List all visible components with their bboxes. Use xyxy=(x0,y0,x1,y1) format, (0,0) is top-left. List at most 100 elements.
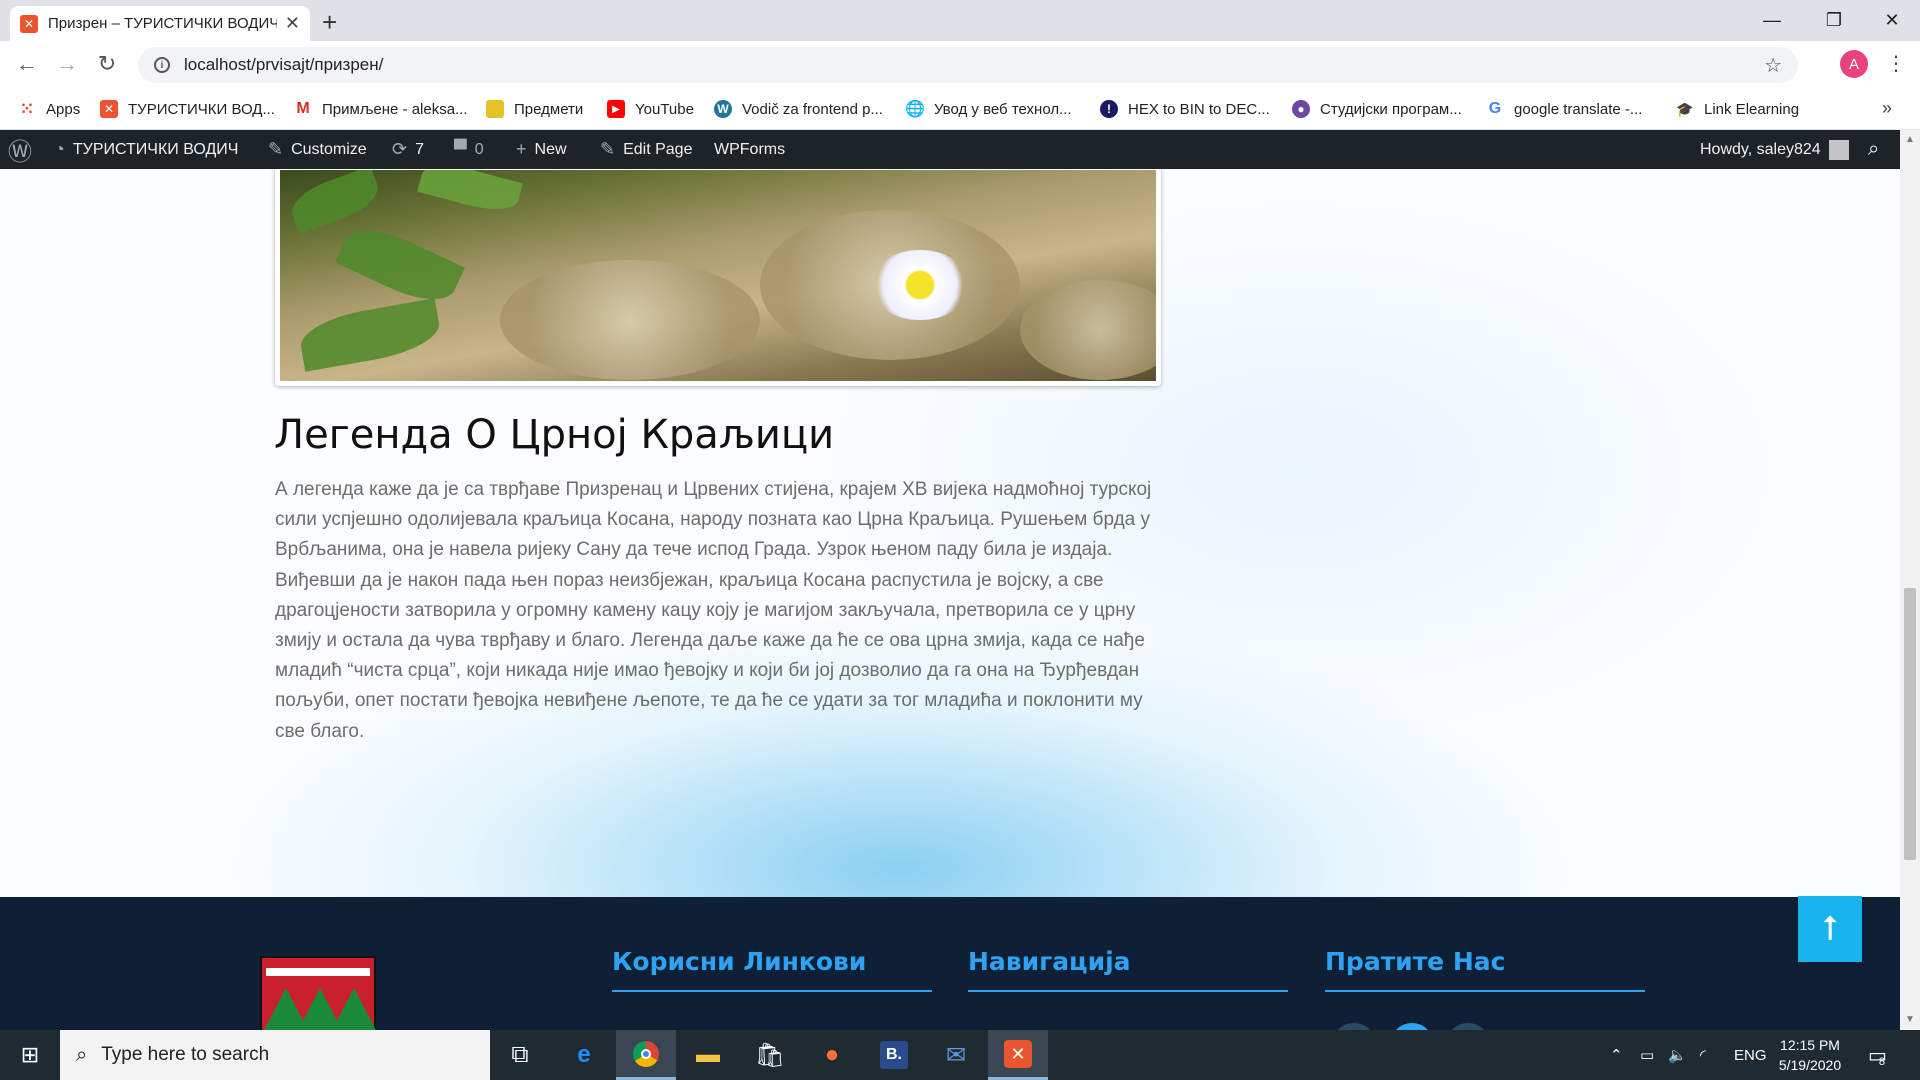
twitter-icon[interactable] xyxy=(1390,1023,1434,1030)
dashboard-icon: ◔ xyxy=(54,139,65,159)
volume-icon[interactable]: 🔈 xyxy=(1668,1030,1687,1080)
scrollbar-thumb[interactable] xyxy=(1904,588,1916,860)
bookmark-youtube[interactable]: ▶ YouTube xyxy=(607,100,694,118)
wp-updates[interactable]: ⟳ 7 xyxy=(392,130,424,169)
b-app-icon[interactable]: B. xyxy=(864,1030,924,1080)
search-icon: ⌕ xyxy=(76,1043,88,1066)
landscape-photo xyxy=(275,169,1161,386)
wp-new[interactable]: + New xyxy=(516,130,567,169)
bookmarks-overflow-icon[interactable]: » xyxy=(1882,98,1892,119)
bookmark-hex[interactable]: ! HEX to BIN to DEC... xyxy=(1100,100,1270,118)
article-heading: Легенда О Црној Краљици xyxy=(274,412,835,458)
browser-menu-icon[interactable]: ⋮ xyxy=(1886,51,1906,76)
address-row: ← → ↻ i localhost/prvisajt/призрен/ ☆ A … xyxy=(0,41,1920,90)
bookmark-elearning[interactable]: 🎓 Link Elearning xyxy=(1676,100,1799,118)
restore-button[interactable]: ❐ xyxy=(1806,0,1862,41)
comment-icon: ▀ xyxy=(454,139,467,159)
folder-icon xyxy=(486,100,504,118)
windows-start-icon[interactable]: ⊞ xyxy=(0,1030,60,1080)
hex-icon: ! xyxy=(1100,100,1118,118)
bookmark-vodic[interactable]: W Vodič za frontend p... xyxy=(714,100,883,118)
url-text[interactable]: localhost/prvisajt/призрен/ xyxy=(184,55,383,75)
wordpress-icon: W xyxy=(714,100,732,118)
site-footer: Корисни Линкови Навигација Пратите Нас xyxy=(0,897,1900,1030)
notifications-icon[interactable]: ▭ 8 xyxy=(1868,1030,1887,1080)
plus-icon: + xyxy=(516,139,527,159)
scroll-to-top-button[interactable]: ⭡ xyxy=(1798,896,1862,962)
back-arrow-icon[interactable]: ← xyxy=(12,51,42,77)
close-window-button[interactable]: ✕ xyxy=(1864,0,1920,41)
browser-tab[interactable]: ✕ Призрен – ТУРИСТИЧКИ ВОДИЧ ✕ xyxy=(10,6,310,41)
user-avatar-icon xyxy=(1828,139,1849,160)
bookmark-google-translate[interactable]: G google translate -... xyxy=(1486,100,1643,118)
taskbar-search-placeholder: Type here to search xyxy=(101,1044,270,1065)
wp-admin-bar: Ⓦ ◔ ТУРИСТИЧКИ ВОДИЧ ✎ Customize ⟳ 7 ▀ 0… xyxy=(0,130,1920,169)
scroll-up-arrow-icon[interactable]: ▲ xyxy=(1905,134,1915,145)
clock-time: 12:15 PM xyxy=(1780,1037,1840,1053)
minimize-button[interactable]: — xyxy=(1744,0,1800,41)
footer-navigation: Навигација xyxy=(968,947,1288,992)
brush-icon: ✎ xyxy=(268,139,284,159)
file-explorer-icon[interactable]: ▬ xyxy=(678,1030,738,1080)
facebook-icon[interactable] xyxy=(1332,1023,1376,1030)
omnibox[interactable]: i localhost/prvisajt/призрен/ ☆ xyxy=(138,47,1798,83)
wp-edit-page[interactable]: ✎ Edit Page xyxy=(600,130,692,169)
mail-icon[interactable]: ✉ xyxy=(926,1030,986,1080)
footer-useful-links-title: Корисни Линкови xyxy=(612,947,932,992)
chrome-icon[interactable] xyxy=(616,1030,676,1080)
wp-wpforms[interactable]: WPForms xyxy=(714,130,785,169)
bookmark-apps[interactable]: ⁙ Apps xyxy=(18,100,80,119)
tray-chevron-icon[interactable]: ⌃ xyxy=(1610,1030,1623,1080)
tab-title: Призрен – ТУРИСТИЧКИ ВОДИЧ xyxy=(48,15,277,32)
pencil-icon: ✎ xyxy=(600,139,616,159)
bookmark-star-icon[interactable]: ☆ xyxy=(1764,53,1782,78)
battery-icon[interactable]: ▭ xyxy=(1640,1030,1654,1080)
wp-comments[interactable]: ▀ 0 xyxy=(454,130,484,169)
task-view-icon[interactable]: ⧉ xyxy=(490,1030,550,1080)
footer-navigation-title: Навигација xyxy=(968,947,1288,992)
wp-howdy[interactable]: Howdy, saley824 xyxy=(1700,130,1849,169)
instagram-icon[interactable] xyxy=(1446,1023,1490,1030)
edge-icon[interactable]: e xyxy=(554,1030,614,1080)
bookmark-studijski[interactable]: ● Студијски програм... xyxy=(1292,100,1462,118)
page-scrollbar[interactable]: ▲ ▼ xyxy=(1900,130,1920,1030)
wp-site-name[interactable]: ◔ ТУРИСТИЧКИ ВОДИЧ xyxy=(54,130,238,169)
xampp-taskbar-icon[interactable]: ✕ xyxy=(988,1030,1048,1080)
browser-tab-bar: ✕ Призрен – ТУРИСТИЧКИ ВОДИЧ ✕ + — ❐ ✕ xyxy=(0,0,1920,41)
bookmarks-bar: ⁙ Apps ✕ ТУРИСТИЧКИ ВОД... M Примљене - … xyxy=(0,90,1920,130)
scroll-down-arrow-icon[interactable]: ▼ xyxy=(1905,1014,1915,1025)
coat-of-arms-logo xyxy=(260,956,378,1030)
updates-icon: ⟳ xyxy=(392,139,408,159)
page-content: Легенда О Црној Краљици А легенда каже д… xyxy=(0,169,1900,897)
article-body: А легенда каже да је са тврђаве Призрена… xyxy=(275,479,1152,742)
firefox-icon[interactable]: ● xyxy=(802,1030,862,1080)
bookmark-predmeti[interactable]: Предмети xyxy=(486,100,583,118)
forward-arrow-icon[interactable]: → xyxy=(52,51,82,77)
new-tab-button[interactable]: + xyxy=(322,7,337,38)
bookmark-turisticki[interactable]: ✕ ТУРИСТИЧКИ ВОД... xyxy=(100,100,275,118)
windows-taskbar: ⊞ ⌕ Type here to search ⧉ e ▬ 🛍 ● B. ✉ ✕… xyxy=(0,1030,1920,1080)
taskbar-clock[interactable]: 12:15 PM 5/19/2020 xyxy=(1760,1035,1860,1075)
university-icon: ● xyxy=(1292,100,1310,118)
xampp-favicon-icon: ✕ xyxy=(20,14,38,33)
wp-customize[interactable]: ✎ Customize xyxy=(268,130,367,169)
taskbar-search-box[interactable]: ⌕ Type here to search xyxy=(60,1030,490,1080)
bookmark-uvod[interactable]: 🌐 Увод у веб технол... xyxy=(905,100,1072,119)
gmail-icon: M xyxy=(296,100,310,117)
wp-logo-icon[interactable]: Ⓦ xyxy=(8,130,40,169)
globe-icon: 🌐 xyxy=(905,101,925,118)
wifi-icon[interactable]: ◜ xyxy=(1700,1030,1706,1080)
profile-avatar[interactable]: A xyxy=(1840,50,1868,78)
apps-grid-icon: ⁙ xyxy=(20,101,34,118)
site-info-icon[interactable]: i xyxy=(154,57,170,73)
wp-search-icon[interactable]: ⌕ xyxy=(1868,130,1879,169)
google-icon: G xyxy=(1488,100,1502,117)
clock-date: 5/19/2020 xyxy=(1778,1057,1842,1073)
bookmark-gmail[interactable]: M Примљене - aleksa... xyxy=(294,100,467,118)
tab-close-icon[interactable]: ✕ xyxy=(285,13,300,34)
footer-follow-us-title: Пратите Нас xyxy=(1325,947,1645,992)
notification-count: 8 xyxy=(1878,1056,1886,1068)
reload-icon[interactable]: ↻ xyxy=(92,51,122,77)
store-icon[interactable]: 🛍 xyxy=(740,1030,800,1080)
elearning-icon: 🎓 xyxy=(1676,100,1694,117)
